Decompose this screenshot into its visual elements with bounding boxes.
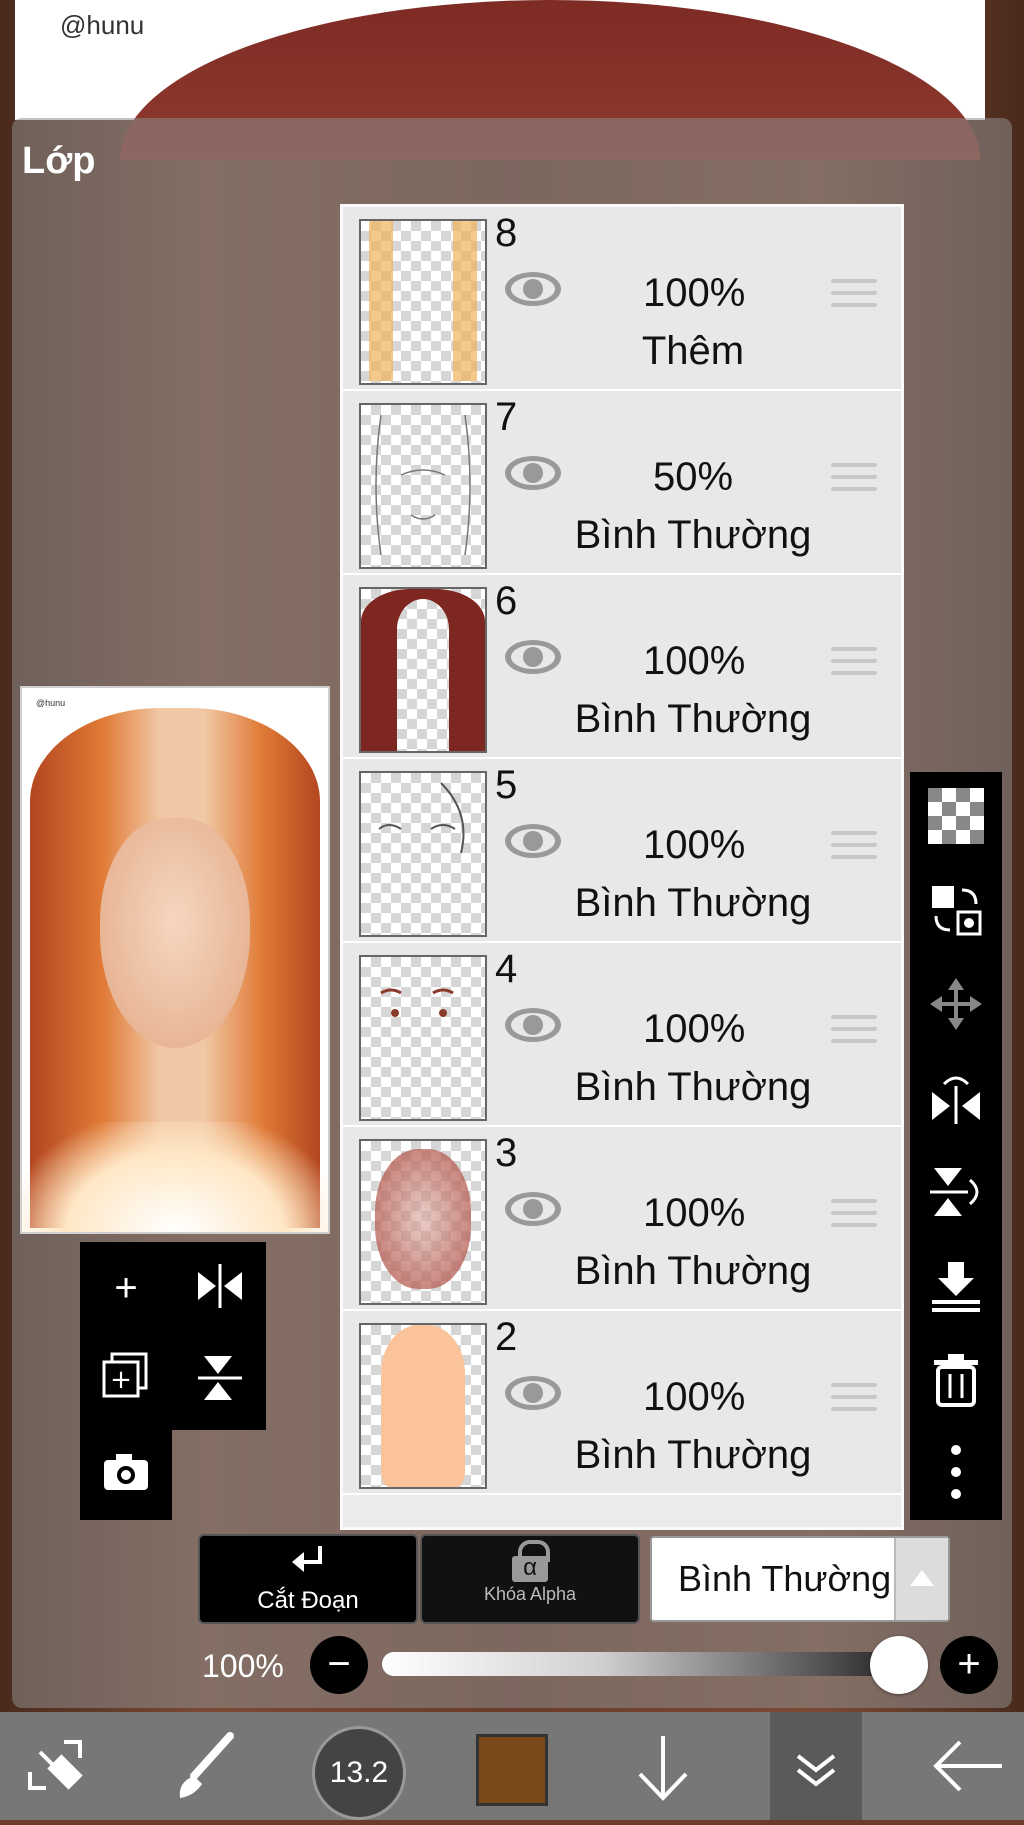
move-icon[interactable]: [926, 976, 986, 1036]
list-item[interactable]: 6 100% Bình Thường: [343, 575, 901, 759]
layer-blend-mode: Thêm: [641, 329, 745, 373]
camera-icon[interactable]: [96, 1446, 156, 1506]
brush-size-button[interactable]: 13.2: [312, 1726, 406, 1820]
drag-handle-icon[interactable]: [831, 279, 877, 319]
canvas-watermark: @hunu: [60, 10, 145, 40]
clipping-label: Cắt Đoạn: [257, 1587, 359, 1614]
blend-mode-value: Bình Thường: [678, 1558, 892, 1599]
clipping-button[interactable]: Cắt Đoạn: [198, 1534, 418, 1624]
layer-number: 5: [495, 763, 518, 807]
layer-number: 6: [495, 579, 518, 623]
layers-button[interactable]: [770, 1712, 862, 1820]
layer-thumbnail: [359, 403, 487, 569]
brush-icon[interactable]: [150, 1712, 260, 1820]
list-item[interactable]: 4 100% Bình Thường: [343, 943, 901, 1127]
visibility-eye-icon[interactable]: [503, 269, 563, 309]
opacity-slider-knob[interactable]: [870, 1636, 928, 1694]
layer-thumbnail: [359, 955, 487, 1121]
layer-opacity: 100%: [643, 823, 746, 867]
visibility-eye-icon[interactable]: [503, 1189, 563, 1229]
panel-title: Lớp: [22, 140, 96, 182]
layer-number: 3: [495, 1131, 518, 1175]
layer-blend-mode: Bình Thường: [574, 1065, 812, 1109]
svg-text:+: +: [110, 1365, 132, 1395]
preview-sparkles: [22, 1122, 328, 1232]
add-layer-icon[interactable]: +: [96, 1258, 156, 1318]
layer-thumbnail: [359, 587, 487, 753]
layer-number: 7: [495, 395, 518, 439]
preview-face: [100, 818, 250, 1048]
flip-horizontal-icon[interactable]: [190, 1258, 250, 1318]
alpha-symbol: α: [523, 1554, 537, 1581]
layer-list[interactable]: 8 100% Thêm 7 50% Bình Thường 6 100% Bìn…: [340, 204, 904, 1530]
opacity-control: 100% − +: [0, 1630, 1024, 1704]
color-picker-button[interactable]: [476, 1734, 548, 1806]
layer-opacity: 100%: [643, 639, 746, 683]
transform-icon[interactable]: [0, 1712, 110, 1820]
clip-arrow-icon: [292, 1546, 322, 1572]
layer-thumbnail: [359, 1323, 487, 1489]
list-item[interactable]: 8 100% Thêm: [343, 207, 901, 391]
layer-number: 4: [495, 947, 518, 991]
blend-mode-select[interactable]: Bình Thường: [650, 1536, 950, 1622]
duplicate-layer-icon[interactable]: +: [96, 1350, 156, 1410]
visibility-eye-icon[interactable]: [503, 453, 563, 493]
layer-opacity: 100%: [643, 1375, 746, 1419]
flip-vertical-icon[interactable]: [926, 1164, 986, 1224]
opacity-slider[interactable]: [382, 1652, 928, 1676]
layer-opacity: 100%: [643, 1007, 746, 1051]
drag-handle-icon[interactable]: [831, 647, 877, 687]
download-icon[interactable]: [608, 1712, 718, 1820]
list-item[interactable]: 7 50% Bình Thường: [343, 391, 901, 575]
flip-vertical-icon[interactable]: [190, 1350, 250, 1410]
layer-actions-strip: [910, 772, 1002, 1520]
trash-icon[interactable]: [926, 1352, 986, 1412]
visibility-eye-icon[interactable]: [503, 1373, 563, 1413]
list-item[interactable]: 2 100% Bình Thường: [343, 1311, 901, 1495]
layer-preview-thumbnail[interactable]: @hunu: [20, 686, 330, 1234]
layer-blend-mode: Bình Thường: [574, 1249, 812, 1293]
layer-opacity: 50%: [652, 455, 734, 499]
layer-opacity: 100%: [643, 271, 746, 315]
swap-icon[interactable]: [926, 882, 986, 942]
alpha-lock-label: Khóa Alpha: [483, 1584, 577, 1604]
merge-down-icon[interactable]: [926, 1258, 986, 1318]
drag-handle-icon[interactable]: [831, 831, 877, 871]
chevron-up-icon[interactable]: [894, 1538, 948, 1620]
list-item[interactable]: 5 100% Bình Thường: [343, 759, 901, 943]
lock-icon: α: [510, 1540, 550, 1582]
drag-handle-icon[interactable]: [831, 1015, 877, 1055]
visibility-eye-icon[interactable]: [503, 821, 563, 861]
layer-thumbnail: [359, 771, 487, 937]
layer-thumbnail: [359, 219, 487, 385]
visibility-eye-icon[interactable]: [503, 637, 563, 677]
drag-handle-icon[interactable]: [831, 1383, 877, 1423]
drag-handle-icon[interactable]: [831, 463, 877, 503]
alpha-lock-button[interactable]: α Khóa Alpha: [420, 1534, 640, 1624]
layer-thumbnail: [359, 1139, 487, 1305]
opacity-label: 100%: [202, 1648, 284, 1684]
list-item[interactable]: 3 100% Bình Thường: [343, 1127, 901, 1311]
preview-watermark: @hunu: [36, 698, 66, 708]
more-icon[interactable]: [926, 1442, 986, 1502]
back-icon[interactable]: [912, 1712, 1022, 1820]
checker-icon[interactable]: [926, 788, 986, 848]
layer-blend-mode: Bình Thường: [574, 697, 812, 741]
layer-blend-mode: Bình Thường: [574, 1433, 812, 1477]
layer-number: 8: [495, 211, 518, 255]
flip-horizontal-icon[interactable]: [926, 1070, 986, 1130]
layer-blend-mode: Bình Thường: [574, 513, 812, 557]
drag-handle-icon[interactable]: [831, 1199, 877, 1239]
visibility-eye-icon[interactable]: [503, 1005, 563, 1045]
layers-icon: [796, 1754, 836, 1787]
layer-number: 2: [495, 1315, 518, 1359]
layer-blend-mode: Bình Thường: [574, 881, 812, 925]
increase-opacity-button[interactable]: +: [940, 1636, 998, 1694]
decrease-opacity-button[interactable]: −: [310, 1636, 368, 1694]
layer-opacity: 100%: [643, 1191, 746, 1235]
